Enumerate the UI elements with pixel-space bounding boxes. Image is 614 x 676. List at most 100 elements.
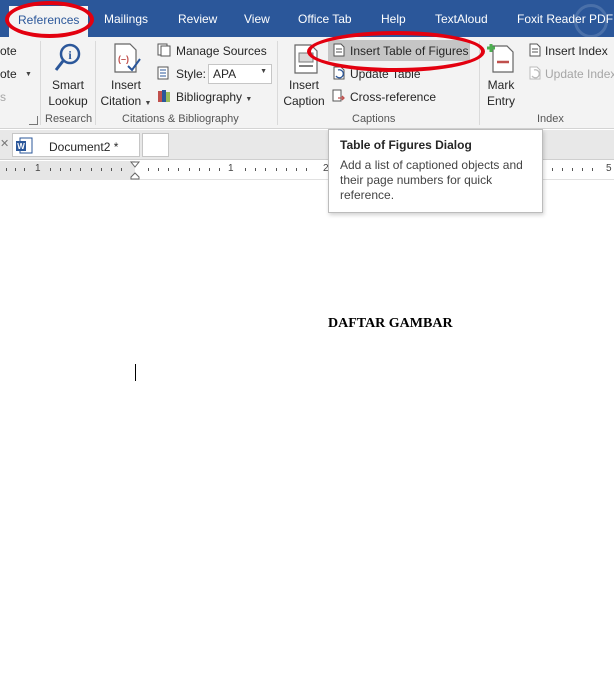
close-icon[interactable]: ✕ bbox=[0, 137, 9, 150]
ruler-number: 1 bbox=[35, 163, 41, 174]
style-label: Style: bbox=[176, 67, 207, 81]
ruler-tick bbox=[296, 168, 297, 171]
ruler-tick bbox=[24, 168, 25, 171]
ruler-margin bbox=[0, 161, 135, 180]
ruler-tick bbox=[582, 168, 583, 171]
cross-reference-icon bbox=[332, 89, 345, 102]
text-cursor bbox=[135, 364, 136, 381]
ruler-tick bbox=[15, 168, 16, 171]
ruler-tick bbox=[306, 168, 307, 171]
document-heading: DAFTAR GAMBAR bbox=[328, 316, 453, 331]
mark-entry-label-2: Entry bbox=[486, 94, 515, 108]
bibliography-button[interactable]: Bibliography ▼ bbox=[176, 90, 252, 104]
new-tab-button[interactable] bbox=[142, 133, 169, 157]
ruler-tick bbox=[245, 168, 246, 171]
citation-style-value: APA bbox=[213, 67, 237, 81]
word-document-icon: W bbox=[16, 137, 33, 154]
insert-index-button[interactable]: Insert Index bbox=[545, 44, 608, 58]
ruler-tick bbox=[60, 168, 61, 171]
annotation-ellipse-insert-table-of-figures bbox=[307, 31, 485, 72]
manage-sources-button[interactable]: Manage Sources bbox=[176, 44, 267, 58]
ruler-tick bbox=[276, 168, 277, 171]
ruler-tick bbox=[562, 168, 563, 171]
ruler-tick bbox=[592, 168, 593, 171]
document-tab-label: Document2 * bbox=[49, 140, 119, 154]
ruler-tick bbox=[111, 168, 112, 171]
ruler-tick bbox=[91, 168, 92, 171]
insert-caption-button[interactable]: Insert Caption bbox=[281, 77, 327, 109]
insert-citation-label-1: Insert bbox=[110, 78, 141, 92]
smart-lookup-button[interactable]: Smart Lookup bbox=[47, 77, 89, 109]
ruler-tick bbox=[189, 168, 190, 171]
document-page[interactable] bbox=[0, 181, 614, 676]
research-group-label: Research bbox=[45, 113, 93, 125]
insert-caption-label-1: Insert bbox=[288, 78, 319, 92]
mark-entry-icon[interactable] bbox=[485, 42, 517, 74]
tab-help[interactable]: Help bbox=[381, 12, 406, 26]
chevron-down-icon: ▼ bbox=[245, 96, 253, 103]
smart-lookup-label-2: Lookup bbox=[48, 94, 88, 108]
ruler-tick bbox=[178, 168, 179, 171]
chevron-down-icon: ▼ bbox=[260, 68, 267, 75]
ruler-tick bbox=[121, 168, 122, 171]
tab-view[interactable]: View bbox=[244, 12, 270, 26]
tooltip-body: Add a list of captioned objects and thei… bbox=[340, 158, 523, 202]
indent-marker-icon[interactable] bbox=[129, 161, 141, 180]
ruler-tick bbox=[50, 168, 51, 171]
show-notes-partial-label[interactable]: s bbox=[0, 90, 6, 104]
ruler-tick bbox=[265, 168, 266, 171]
manage-sources-icon bbox=[157, 43, 171, 57]
group-separator bbox=[40, 41, 41, 125]
smart-lookup-label-1: Smart bbox=[51, 78, 84, 92]
group-separator bbox=[277, 41, 278, 125]
annotation-ellipse-references bbox=[5, 1, 94, 38]
chevron-down-icon: ▼ bbox=[144, 100, 152, 107]
ruler-number: 1 bbox=[228, 163, 234, 174]
smart-lookup-icon[interactable]: i bbox=[52, 42, 84, 74]
ruler-tick bbox=[148, 168, 149, 171]
footnotes-dialog-launcher-icon[interactable] bbox=[29, 116, 38, 125]
ruler-tick bbox=[168, 168, 169, 171]
tab-textaloud[interactable]: TextAloud bbox=[435, 12, 488, 26]
citation-style-select[interactable]: APA ▼ bbox=[208, 64, 272, 84]
tab-mailings[interactable]: Mailings bbox=[104, 12, 148, 26]
document-tab[interactable]: W Document2 * bbox=[12, 133, 140, 157]
ruler-tick bbox=[6, 168, 7, 171]
ruler-tick bbox=[255, 168, 256, 171]
captions-group-label: Captions bbox=[352, 113, 396, 125]
ruler-tick bbox=[552, 168, 553, 171]
mark-entry-label-1: Mark bbox=[487, 78, 515, 92]
group-separator bbox=[95, 41, 96, 125]
svg-text:i: i bbox=[68, 48, 72, 62]
cross-reference-button[interactable]: Cross-reference bbox=[350, 90, 436, 104]
ruler-tick bbox=[158, 168, 159, 171]
insert-citation-icon[interactable]: (–) bbox=[110, 42, 142, 74]
footnote-partial-label[interactable]: ote bbox=[0, 44, 17, 58]
ruler-tick bbox=[101, 168, 102, 171]
mark-entry-button[interactable]: Mark Entry bbox=[482, 77, 520, 109]
index-group-label: Index bbox=[537, 113, 564, 125]
ruler-tick bbox=[286, 168, 287, 171]
ruler-tick bbox=[199, 168, 200, 171]
insert-caption-label-2: Caption bbox=[283, 94, 325, 108]
ruler-tick bbox=[209, 168, 210, 171]
citations-group-label: Citations & Bibliography bbox=[122, 113, 239, 125]
insert-index-icon bbox=[529, 43, 541, 57]
ruler-tick bbox=[80, 168, 81, 171]
ruler-tick bbox=[70, 168, 71, 171]
chevron-down-icon: ▼ bbox=[25, 71, 32, 78]
bibliography-label: Bibliography bbox=[176, 90, 243, 104]
svg-text:(–): (–) bbox=[118, 54, 129, 64]
ruler-tick bbox=[219, 168, 220, 171]
endnote-partial-label[interactable]: ote bbox=[0, 67, 17, 81]
insert-citation-label-2: Citation bbox=[100, 94, 142, 108]
tooltip-title: Table of Figures Dialog bbox=[340, 138, 472, 152]
style-icon bbox=[157, 66, 169, 80]
tab-office-tab[interactable]: Office Tab bbox=[298, 12, 352, 26]
account-icon bbox=[574, 4, 608, 38]
insert-citation-button[interactable]: Insert Citation ▼ bbox=[100, 77, 152, 112]
bibliography-icon bbox=[158, 90, 170, 102]
tab-review[interactable]: Review bbox=[178, 12, 217, 26]
ruler-number: 5 bbox=[606, 163, 612, 174]
update-index-button[interactable]: Update Index bbox=[545, 67, 614, 81]
